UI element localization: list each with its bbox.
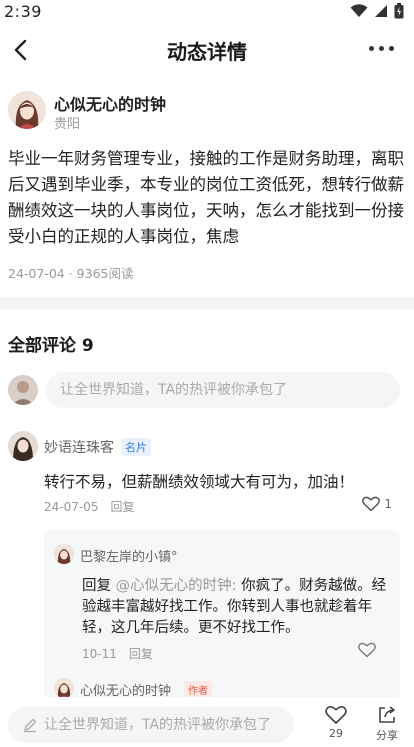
comment-like-count: 1: [384, 497, 392, 511]
comment-date: 24-07-05: [44, 500, 99, 514]
wifi-icon: [350, 4, 368, 17]
author-avatar[interactable]: [8, 91, 46, 129]
comments-title: 全部评论 9: [8, 336, 94, 356]
comment-reply-button[interactable]: 回复: [110, 500, 134, 514]
reply-heart-icon[interactable]: [358, 642, 376, 658]
reply-meta: 10-11 回复: [82, 645, 153, 662]
bottom-comment-input[interactable]: 让全世界知道，TA的热评被你承包了: [8, 707, 294, 743]
bottom-input-placeholder: 让全世界知道，TA的热评被你承包了: [44, 717, 272, 733]
comment-text: 转行不易，但薪酬绩效领域大有可为，加油！: [44, 473, 355, 491]
post-author[interactable]: 心似无心的时钟 贵阳: [8, 91, 408, 132]
reply-date: 10-11: [82, 647, 117, 661]
comment-header: 妙语连珠客 名片: [8, 431, 400, 463]
section-divider: [0, 297, 414, 309]
share-label: 分享: [376, 729, 398, 742]
reply-reply-button[interactable]: 回复: [129, 647, 153, 661]
share-button[interactable]: 分享: [367, 705, 407, 743]
status-bar: 2:39: [0, 0, 414, 22]
reply-text: 回复 @心似无心的时钟: 你疯了。财务越做。经验越丰富越好找工作。你转到人事也就…: [82, 576, 394, 639]
bottom-bar: 让全世界知道，TA的热评被你承包了 29 分享: [0, 697, 414, 747]
heart-icon: [325, 706, 347, 724]
commenter-avatar[interactable]: [8, 431, 38, 461]
reply-avatar[interactable]: [54, 544, 74, 564]
commenter-name[interactable]: 妙语连珠客: [44, 437, 114, 457]
back-arrow-icon[interactable]: [8, 36, 36, 64]
author-location: 贵阳: [54, 117, 81, 132]
nav-bar: 动态详情: [0, 28, 414, 72]
more-options-icon[interactable]: [369, 46, 394, 51]
author-name[interactable]: 心似无心的时钟: [54, 91, 166, 115]
replies-container: 巴黎左岸的小镇° 回复 @心似无心的时钟: 你疯了。财务越做。经验越丰富越好找工…: [44, 530, 400, 700]
heart-icon: [362, 496, 381, 512]
pencil-icon: [24, 718, 37, 733]
reply-mention[interactable]: @心似无心的时钟:: [116, 578, 237, 594]
reply-prefix: 回复: [82, 578, 116, 594]
signal-icon: [375, 5, 387, 17]
author-badge: 作者: [184, 681, 212, 698]
post-meta: 24-07-04 · 9365阅读: [8, 266, 134, 281]
battery-icon: [394, 3, 404, 19]
share-icon: [379, 706, 395, 723]
comment-meta: 24-07-05 回复: [44, 498, 134, 515]
post-content: 毕业一年财务管理专业，接触的工作是财务助理，离职后又遇到毕业季，本专业的岗位工资…: [8, 149, 404, 246]
reply-avatar[interactable]: [54, 678, 74, 698]
comment-compose: 让全世界知道，TA的热评被你承包了: [8, 371, 400, 409]
card-badge[interactable]: 名片: [121, 438, 151, 456]
status-icons: [350, 3, 404, 19]
like-count: 29: [329, 727, 343, 740]
my-avatar: [8, 375, 38, 405]
post-detail-page: 2:39 动态详情 心似无心的时钟 贵阳 毕业一年财务管理专业，接触的工作是财务…: [0, 0, 414, 747]
page-title: 动态详情: [167, 39, 247, 64]
like-button[interactable]: 29: [316, 705, 356, 740]
comment-input[interactable]: 让全世界知道，TA的热评被你承包了: [46, 372, 400, 408]
reply-author-name[interactable]: 巴黎左岸的小镇°: [80, 546, 178, 565]
status-time: 2:39: [4, 1, 42, 21]
comment-like-button[interactable]: 1: [362, 496, 392, 512]
